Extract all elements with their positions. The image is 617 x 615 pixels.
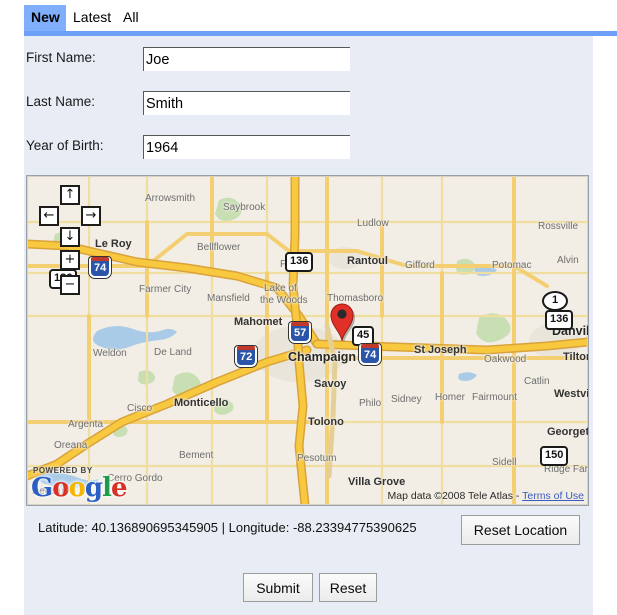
route-shield-number: 72: [240, 351, 253, 363]
map-widget[interactable]: Arrowsmith Saybrook Ludlow Rossville Bellflo…: [26, 175, 589, 506]
last-name-input-wrap[interactable]: [143, 91, 350, 115]
field-row-year-of-birth: Year of Birth:: [24, 135, 593, 161]
map-pin-icon: [330, 303, 355, 343]
field-row-first-name: First Name:: [24, 47, 593, 73]
year-of-birth-input-wrap[interactable]: [143, 135, 350, 159]
route-shield-st-1: 1: [542, 291, 568, 311]
first-name-input-wrap[interactable]: [143, 47, 350, 71]
tab-all-label: All: [123, 9, 139, 25]
reset-location-button[interactable]: Reset Location: [461, 515, 580, 545]
tab-latest-label: Latest: [73, 9, 112, 25]
map-canvas[interactable]: Arrowsmith Saybrook Ludlow Rossville Bellflo…: [27, 176, 588, 505]
last-name-input[interactable]: [144, 92, 350, 115]
field-row-last-name: Last Name:: [24, 91, 593, 117]
first-name-input[interactable]: [144, 48, 350, 71]
map-pan-up-button[interactable]: ↑: [60, 185, 80, 205]
interstate-shield-cap: [291, 322, 310, 326]
route-shield-i-74: 74: [359, 344, 382, 365]
route-shield-us-136: 136: [545, 310, 574, 330]
map-pan-right-button[interactable]: →: [81, 206, 101, 226]
map-pan-left-button[interactable]: ←: [39, 206, 59, 226]
terms-of-use-link[interactable]: Terms of Use: [522, 490, 584, 502]
last-name-label: Last Name:: [26, 94, 96, 109]
tab-bar: New Latest All: [0, 0, 617, 31]
map-location-marker[interactable]: [329, 302, 355, 343]
map-pan-down-button[interactable]: ↓: [60, 227, 80, 247]
route-shield-i-72: 72: [235, 346, 258, 367]
coordinates-readout: Latitude: 40.136890695345905 | Longitude…: [38, 520, 417, 535]
submit-button[interactable]: Submit: [243, 573, 313, 602]
map-zoom-in-button[interactable]: +: [60, 250, 80, 270]
year-of-birth-label: Year of Birth:: [26, 138, 104, 153]
tab-new[interactable]: New: [24, 5, 67, 31]
tab-new-label: New: [31, 9, 60, 25]
form-panel: First Name: Last Name: Year of Birth:: [24, 36, 593, 615]
route-shield-number: 74: [364, 349, 377, 361]
interstate-shield-cap: [237, 346, 256, 350]
year-of-birth-input[interactable]: [144, 136, 350, 159]
map-zoom-out-button[interactable]: −: [60, 275, 80, 295]
reset-button[interactable]: Reset: [319, 573, 377, 602]
map-pan-zoom-controls[interactable]: ↑ ← → ↓ + −: [39, 185, 101, 297]
route-shield-i-57: 57: [289, 322, 312, 343]
tab-latest[interactable]: Latest: [66, 5, 119, 31]
interstate-shield-cap: [361, 344, 380, 348]
map-attribution-text: Map data ©2008 Tele Atlas -: [387, 490, 523, 502]
first-name-label: First Name:: [26, 50, 96, 65]
tab-all[interactable]: All: [116, 5, 146, 31]
map-attribution: Map data ©2008 Tele Atlas - Terms of Use: [388, 490, 584, 502]
route-shield-us-150: 150: [540, 446, 569, 466]
route-shield-us-136: 136: [285, 252, 314, 272]
route-shield-us-45: 45: [352, 326, 375, 346]
route-shield-number: 57: [294, 327, 307, 339]
